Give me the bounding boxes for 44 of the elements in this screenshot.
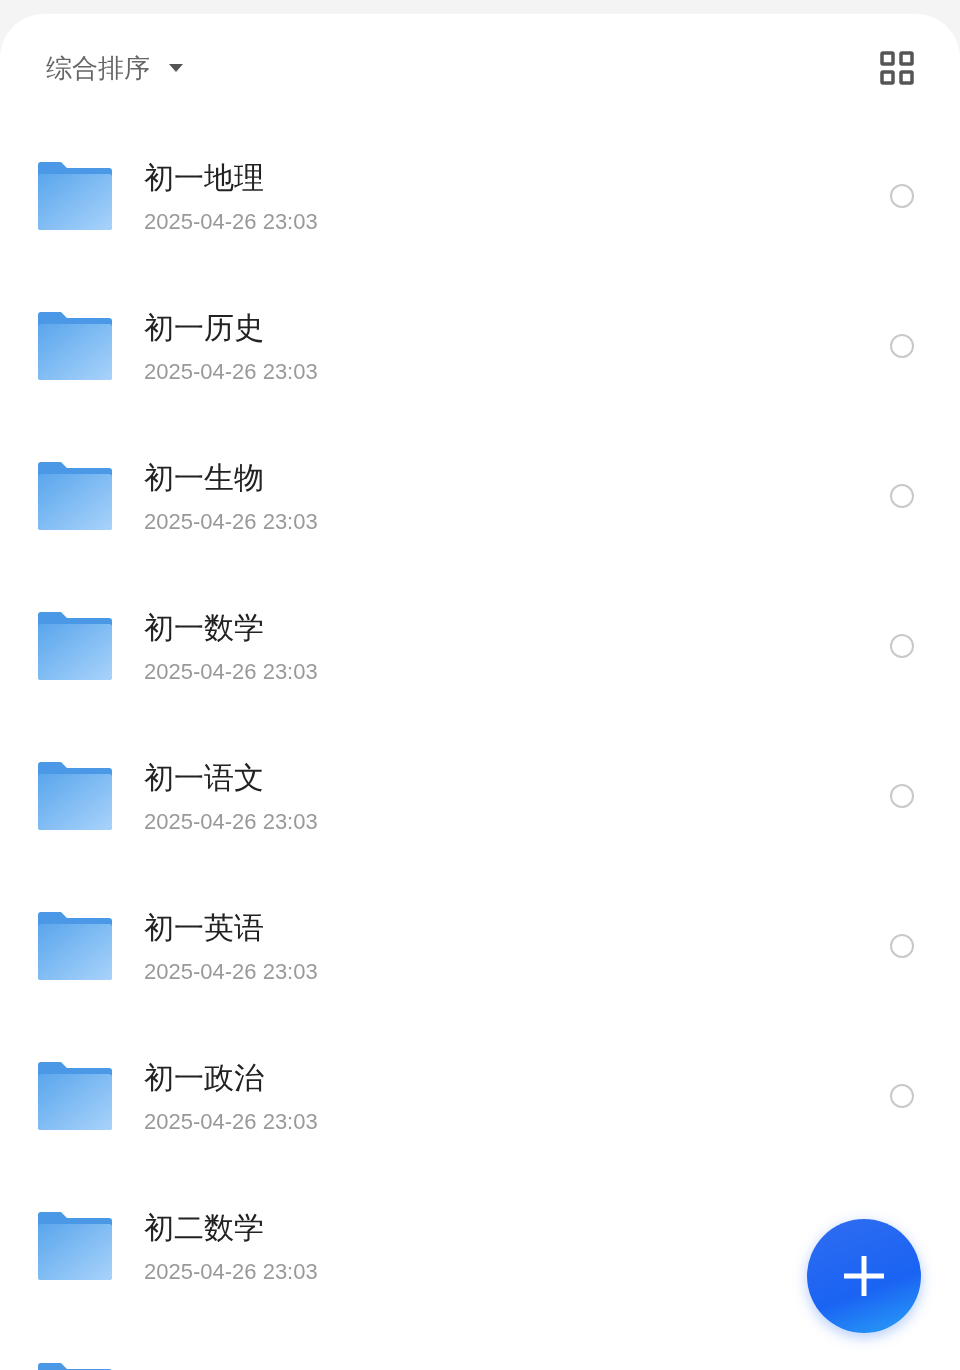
select-radio[interactable] [890,184,914,208]
folder-icon [38,312,112,380]
folder-date: 2025-04-26 23:03 [144,1258,318,1285]
sort-dropdown[interactable]: 综合排序 [46,50,184,86]
folder-icon [38,462,112,530]
folder-name: 初二数学 [144,1208,264,1247]
select-radio[interactable] [890,484,914,508]
folder-name: 初一数学 [144,608,264,647]
folder-row[interactable]: 初一政治 2025-04-26 23:03 [0,1021,960,1171]
folder-date: 2025-04-26 23:03 [144,808,318,835]
folder-name: 初一历史 [144,308,264,347]
folder-date: 2025-04-26 23:03 [144,508,318,535]
folder-icon [38,1212,112,1280]
folder-row[interactable]: 初一生物 2025-04-26 23:03 [0,421,960,571]
folder-name: 初一政治 [144,1058,264,1097]
select-radio[interactable] [890,934,914,958]
folder-row[interactable]: 初一语文 2025-04-26 23:03 [0,721,960,871]
folder-name: 初一语文 [144,758,264,797]
select-radio[interactable] [890,634,914,658]
folder-row[interactable]: 初一历史 2025-04-26 23:03 [0,271,960,421]
folder-date: 2025-04-26 23:03 [144,658,318,685]
folder-row[interactable]: 初一地理 2025-04-26 23:03 [0,121,960,271]
select-radio[interactable] [890,334,914,358]
folder-row[interactable]: 初二数学 2025-04-26 23:03 [0,1171,960,1321]
folder-date: 2025-04-26 23:03 [144,358,318,385]
folder-name: 初一生物 [144,458,264,497]
folder-date: 2025-04-26 23:03 [144,958,318,985]
folder-row[interactable]: 初一数学 2025-04-26 23:03 [0,571,960,721]
grid-view-icon[interactable] [880,51,914,85]
caret-icon [168,63,184,73]
plus-icon [842,1254,886,1298]
folder-icon [38,1062,112,1130]
folder-date: 2025-04-26 23:03 [144,1108,318,1135]
folder-row[interactable]: 初一英语 2025-04-26 23:03 [0,871,960,1021]
folder-icon [38,762,112,830]
add-button[interactable] [807,1219,921,1333]
folder-date: 2025-04-26 23:03 [144,208,318,235]
folder-name: 初一英语 [144,908,264,947]
select-radio[interactable] [890,1084,914,1108]
folder-icon [38,612,112,680]
select-radio[interactable] [890,784,914,808]
folder-icon [38,162,112,230]
folder-name: 初一地理 [144,158,264,197]
folder-icon [38,912,112,980]
